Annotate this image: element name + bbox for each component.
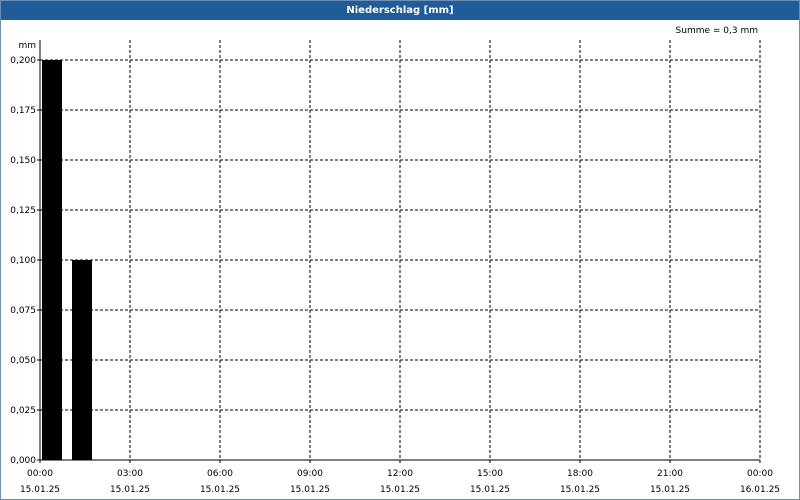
y-tick-label: 0,025	[10, 406, 36, 416]
y-axis-label: mm	[18, 41, 36, 51]
x-tick-label-date: 15.01.25	[20, 485, 60, 495]
y-tick-label: 0,100	[10, 256, 36, 266]
x-tick-label-date: 15.01.25	[200, 485, 240, 495]
x-tick-label-date: 15.01.25	[650, 485, 690, 495]
y-tick-label: 0,000	[10, 456, 36, 466]
y-tick-label: 0,075	[10, 306, 36, 316]
x-tick-label-time: 00:00	[27, 469, 53, 479]
y-tick-label: 0,175	[10, 106, 36, 116]
x-tick-label-date: 15.01.25	[110, 485, 150, 495]
y-tick-label: 0,150	[10, 156, 36, 166]
y-tick-label: 0,050	[10, 356, 36, 366]
y-tick-label: 0,125	[10, 206, 36, 216]
x-tick-label-time: 12:00	[387, 469, 413, 479]
precipitation-chart: 0,000 0,025 0,050 0,075 0,100 0,125 0,150 0,175…	[10, 40, 780, 495]
x-tick-label-time: 09:00	[297, 469, 323, 479]
x-tick-label-date: 15.01.25	[380, 485, 420, 495]
x-tick-label-time: 15:00	[477, 469, 503, 479]
x-tick-label-time: 18:00	[567, 469, 593, 479]
x-tick-label-date: 16.01.25	[740, 485, 780, 495]
x-tick-label-time: 00:00	[747, 469, 773, 479]
x-tick-label-date: 15.01.25	[290, 485, 330, 495]
x-tick-label-time: 21:00	[657, 469, 683, 479]
y-tick-label: 0,200	[10, 56, 36, 66]
x-tick-label-date: 15.01.25	[560, 485, 600, 495]
x-tick-label-time: 06:00	[207, 469, 233, 479]
x-tick-label-date: 15.01.25	[470, 485, 510, 495]
bar	[42, 60, 62, 460]
bar	[72, 260, 92, 460]
x-tick-label-time: 03:00	[117, 469, 143, 479]
